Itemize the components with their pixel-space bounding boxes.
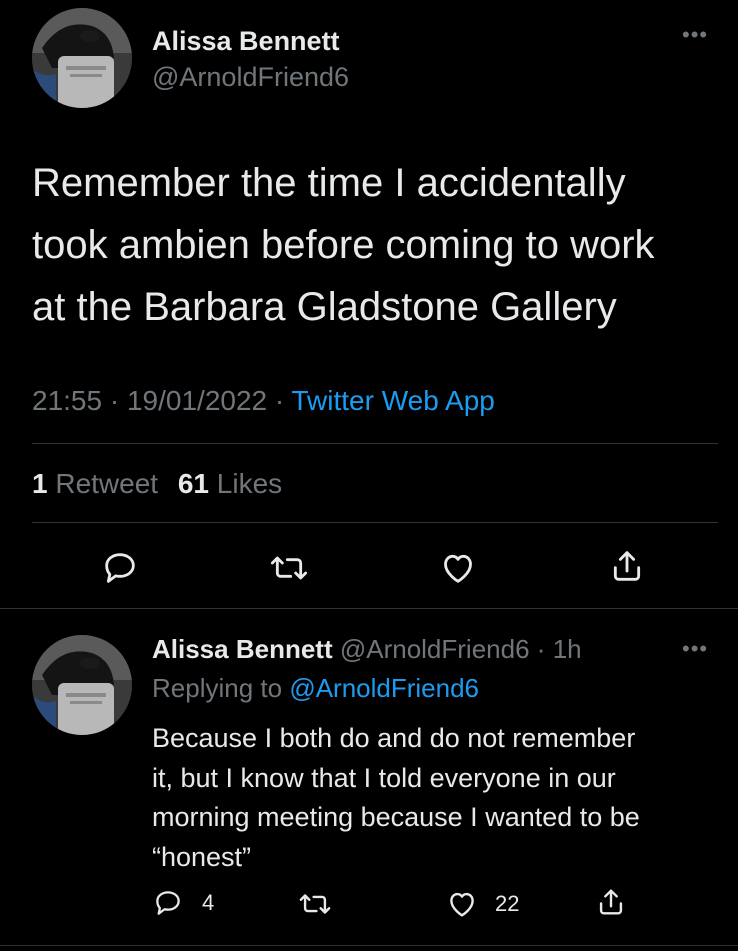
tweet-date[interactable]: 19/01/2022 xyxy=(127,385,267,416)
like-label: Likes xyxy=(216,468,283,499)
like-count: 22 xyxy=(495,891,520,916)
share-button[interactable] xyxy=(607,546,647,586)
tweet-age[interactable]: 1h xyxy=(553,634,582,664)
retweet-button[interactable] xyxy=(269,548,309,588)
replying-to: Replying to @ArnoldFriend6 xyxy=(152,673,479,704)
likes-stat[interactable]: 61 Likes xyxy=(178,468,282,499)
tweet-text-line: “honest” xyxy=(152,841,252,872)
reply-button[interactable]: 4 xyxy=(152,887,214,919)
tweet-text-line: Because I both do and do not remember xyxy=(152,723,636,753)
author-name[interactable]: Alissa Bennett xyxy=(152,634,333,664)
avatar-image xyxy=(32,635,132,735)
tweet-text: Because I both do and do not remember it… xyxy=(152,719,640,877)
retweets-stat[interactable]: 1 Retweet xyxy=(32,468,166,499)
tweet-text-line: morning meeting because I wanted to be xyxy=(152,802,640,832)
like-button[interactable]: 22 xyxy=(445,887,519,921)
meta-separator: · xyxy=(109,385,127,416)
author-handle[interactable]: @ArnoldFriend6 xyxy=(340,634,530,664)
share-icon xyxy=(613,551,641,581)
more-options-button[interactable]: ••• xyxy=(682,22,708,48)
retweet-icon xyxy=(270,556,308,580)
meta-separator: · xyxy=(536,634,546,664)
more-horizontal-icon: ••• xyxy=(682,636,709,661)
divider xyxy=(0,945,738,946)
retweet-count: 1 xyxy=(32,468,48,499)
share-icon xyxy=(599,889,623,915)
tweet-source-link[interactable]: Twitter Web App xyxy=(292,385,495,416)
like-icon xyxy=(444,554,472,583)
avatar[interactable] xyxy=(32,635,132,735)
tweet-text: Remember the time I accidentally took am… xyxy=(32,152,655,338)
divider xyxy=(32,443,718,444)
tweet-text-line: at the Barbara Gladstone Gallery xyxy=(32,285,617,329)
like-button[interactable] xyxy=(438,548,478,588)
share-button[interactable] xyxy=(594,885,628,924)
like-icon xyxy=(450,892,474,917)
reply-header: Alissa Bennett @ArnoldFriend6 · 1h xyxy=(152,634,582,665)
more-horizontal-icon: ••• xyxy=(682,22,709,47)
like-count: 61 xyxy=(177,468,210,499)
tweet-text-line: took ambien before coming to work xyxy=(32,223,655,267)
reply-count: 4 xyxy=(202,890,215,915)
avatar-image xyxy=(32,8,132,108)
meta-separator: · xyxy=(274,385,292,416)
divider xyxy=(32,522,718,523)
divider xyxy=(0,608,738,609)
tweet-time[interactable]: 21:55 xyxy=(32,385,102,416)
replying-to-handle[interactable]: @ArnoldFriend6 xyxy=(289,673,479,703)
tweet-text-line: Remember the time I accidentally xyxy=(32,161,626,205)
reply-icon xyxy=(105,553,135,583)
retweet-button[interactable] xyxy=(298,887,332,926)
retweet-icon xyxy=(299,894,331,914)
tweet-meta: 21:55 · 19/01/2022 · Twitter Web App xyxy=(32,385,495,417)
reply-icon xyxy=(156,891,180,915)
retweet-label: Retweet xyxy=(55,468,159,499)
author-name[interactable]: Alissa Bennett xyxy=(152,26,340,57)
more-options-button[interactable]: ••• xyxy=(682,636,708,662)
author-handle[interactable]: @ArnoldFriend6 xyxy=(152,62,349,93)
reply-button[interactable] xyxy=(100,548,140,588)
avatar[interactable] xyxy=(32,8,132,108)
replying-to-label: Replying to xyxy=(152,673,283,703)
tweet-text-line: it, but I know that I told everyone in o… xyxy=(152,762,616,793)
engagement-stats: 1 Retweet 61 Likes xyxy=(32,468,282,500)
